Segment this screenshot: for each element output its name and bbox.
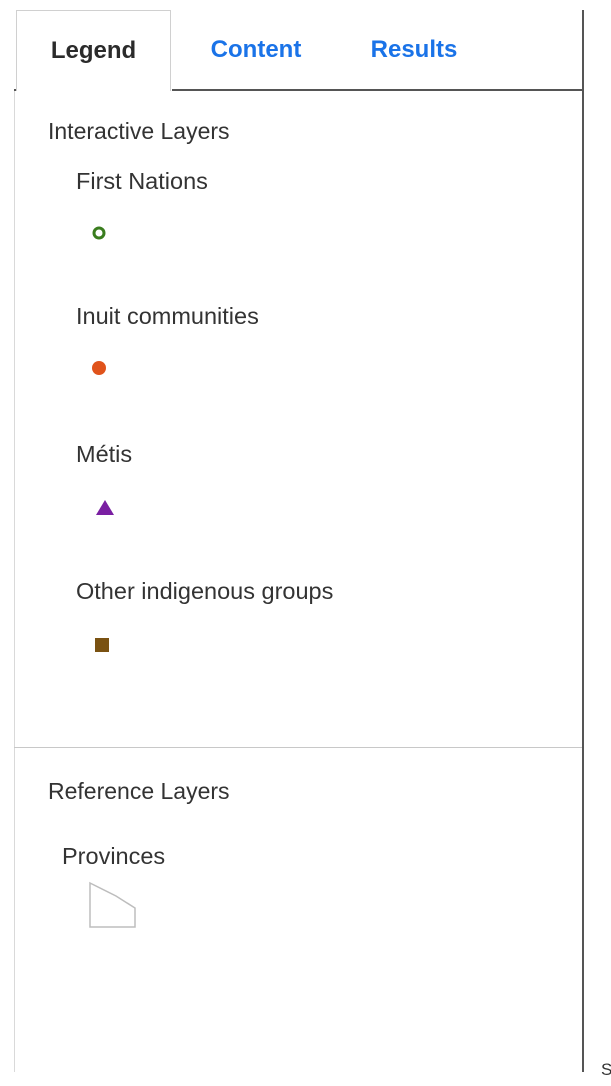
layer-label-first-nations: First Nations xyxy=(76,168,208,194)
interactive-layers-heading: Interactive Layers xyxy=(48,118,230,144)
tab-content[interactable]: Content xyxy=(186,10,326,90)
square-icon xyxy=(95,638,109,652)
polygon-outline-icon xyxy=(89,881,136,928)
layer-label-other-indigenous-groups: Other indigenous groups xyxy=(76,578,334,604)
tab-divider-line xyxy=(172,89,582,91)
section-divider xyxy=(14,747,582,748)
layer-label-metis: Métis xyxy=(76,441,133,467)
filled-circle-icon xyxy=(92,361,106,375)
edge-text: S xyxy=(601,1060,611,1079)
hollow-circle-icon xyxy=(92,226,106,240)
app-frame: Legend Content Results Interactive Layer… xyxy=(0,0,611,1086)
reference-layers-heading: Reference Layers xyxy=(48,778,230,804)
tab-bar: Legend Content Results xyxy=(14,10,582,91)
tab-legend[interactable]: Legend xyxy=(16,10,171,91)
layer-label-provinces: Provinces xyxy=(62,843,166,869)
legend-panel: Legend Content Results Interactive Layer… xyxy=(14,10,584,1072)
triangle-icon xyxy=(96,500,114,515)
tab-results[interactable]: Results xyxy=(344,10,484,90)
layer-label-inuit-communities: Inuit communities xyxy=(76,303,259,329)
